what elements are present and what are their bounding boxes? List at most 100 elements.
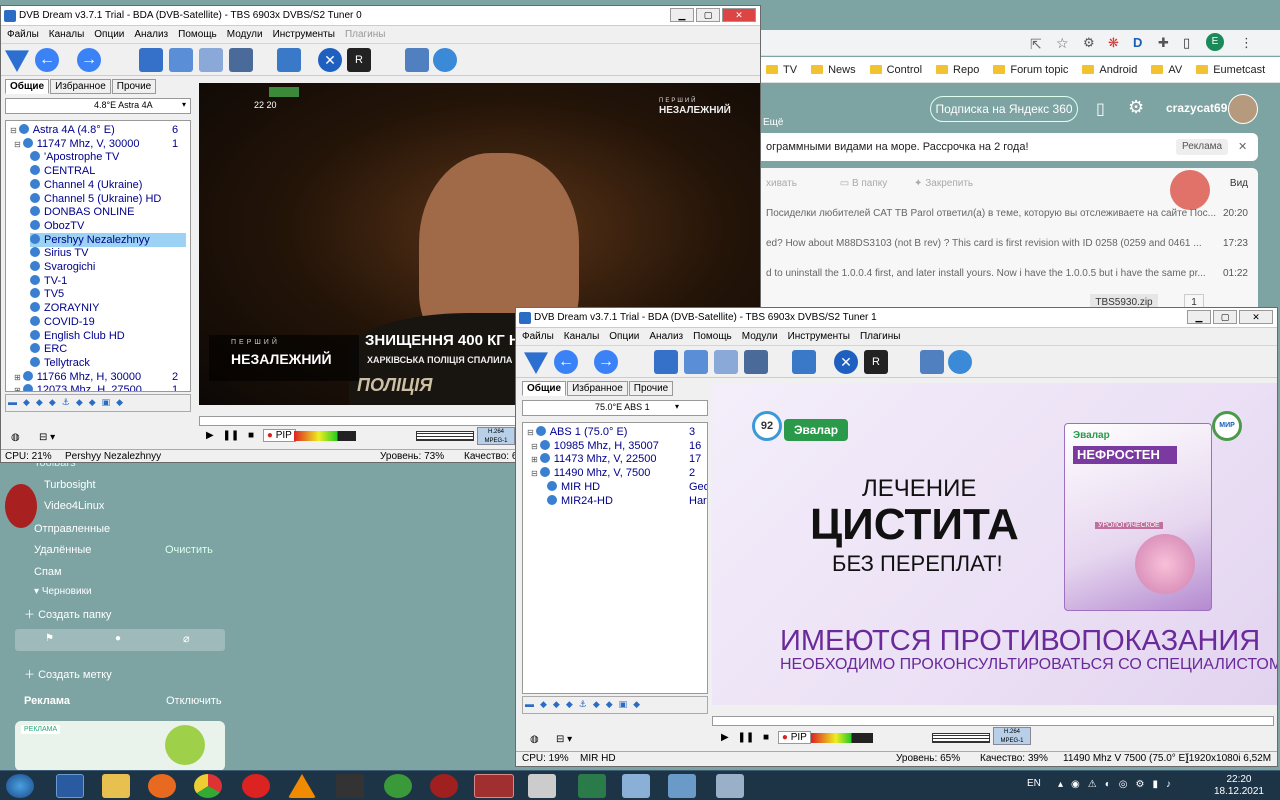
rec-icon[interactable]: R xyxy=(864,350,888,374)
expand-icon[interactable]: ⊟ xyxy=(10,126,17,135)
expand-icon[interactable]: ⊟ xyxy=(527,428,534,437)
title-bar[interactable]: DVB Dream v3.7.1 Trial - BDA (DVB-Satell… xyxy=(516,308,1277,328)
extension-icon[interactable]: ⚙ xyxy=(1083,35,1095,51)
minimize-button[interactable]: ▁ xyxy=(670,8,694,22)
menu-item[interactable]: Каналы xyxy=(564,331,600,342)
globe-icon[interactable] xyxy=(948,350,972,374)
dot-icon[interactable]: ● xyxy=(115,633,121,644)
create-folder-button[interactable]: ＋ Создать папку xyxy=(24,606,111,622)
bookmark-control[interactable]: Control xyxy=(869,64,922,76)
channel-item[interactable]: English Club HD xyxy=(30,329,186,343)
extension-icon[interactable]: D xyxy=(1133,35,1142,50)
tree-tool-icons[interactable]: ▬◆◆◆⚓◆◆▣◆ xyxy=(525,699,646,710)
aspect-icon[interactable]: ⊟ ▾ xyxy=(556,734,572,745)
folder-sent[interactable]: Отправленные xyxy=(34,523,110,535)
rec-icon[interactable]: R xyxy=(347,48,371,72)
bookmark-forum-topic[interactable]: Forum topic xyxy=(993,64,1068,76)
pause-icon[interactable]: ❚❚ xyxy=(737,732,754,743)
remote-desktop-icon[interactable] xyxy=(716,774,744,798)
channel-item[interactable]: MIR HD Geo xyxy=(547,480,707,494)
bookmark-av[interactable]: AV xyxy=(1151,64,1182,76)
epg-icon[interactable] xyxy=(199,48,223,72)
menu-item[interactable]: Анализ xyxy=(134,29,168,40)
channel-item[interactable]: Sirius TV xyxy=(30,246,186,260)
transponder-item[interactable]: ⊟ 11747 Mhz, V, 30000 1 xyxy=(14,137,186,151)
channel-item[interactable]: Svarogichi xyxy=(30,260,186,274)
clock[interactable]: 22:20 18.12.2021 xyxy=(1214,774,1264,798)
firefox-icon[interactable] xyxy=(148,774,176,798)
to-folder-button[interactable]: ▭ В папку xyxy=(840,178,888,189)
message-row[interactable]: d to uninstall the 1.0.0.4 first, and la… xyxy=(760,260,1258,288)
transponder-item[interactable]: ⊞ 11766 Mhz, H, 30000 2 xyxy=(14,370,186,384)
channel-item[interactable]: CENTRAL xyxy=(30,164,186,178)
aspect-icon[interactable]: ⊟ ▾ xyxy=(39,432,55,443)
channel-item[interactable]: ZORAYNIY xyxy=(30,301,186,315)
expand-icon[interactable]: ⊞ xyxy=(14,373,21,382)
menu-item[interactable]: Модули xyxy=(227,29,263,40)
message-row[interactable]: ed? How about M88DS3103 (not B rev) ? Th… xyxy=(760,230,1258,258)
folder-drafts[interactable]: ▾ Черновики xyxy=(34,586,92,597)
taskbar-app-icon[interactable] xyxy=(56,774,84,798)
record-icon[interactable] xyxy=(744,350,768,374)
user-avatar[interactable] xyxy=(1228,94,1258,124)
ad-card[interactable]: РЕКЛАМА xyxy=(15,721,225,770)
menu-item-plugins[interactable]: Плагины xyxy=(345,29,386,40)
extension-icon[interactable]: ❋ xyxy=(1108,35,1119,51)
channel-item[interactable]: Channel 4 (Ukraine) xyxy=(30,178,186,192)
tab-0[interactable]: Общие xyxy=(5,79,50,94)
chrome-icon[interactable] xyxy=(194,774,222,798)
pip-button[interactable]: ● PIP xyxy=(777,731,811,744)
folder-video4linux[interactable]: Video4Linux xyxy=(44,500,104,512)
close-icon[interactable]: ✕ xyxy=(1238,133,1247,161)
create-label-button[interactable]: ＋ Создать метку xyxy=(24,666,112,682)
bookmark-news[interactable]: News xyxy=(811,64,856,76)
transponder-item[interactable]: ⊞ 12073 Mhz, H, 27500 1 xyxy=(14,383,186,391)
satellite-select[interactable]: 4.8°E Astra 4A ▾ xyxy=(5,98,191,114)
record-icon[interactable] xyxy=(229,48,253,72)
transponder-item[interactable]: ⊞ 11473 Mhz, V, 22500 17 xyxy=(531,452,703,466)
scan-icon[interactable] xyxy=(277,48,301,72)
expand-icon[interactable]: ⊟ xyxy=(14,140,21,149)
media-player-icon[interactable] xyxy=(242,774,270,798)
close-button[interactable]: ✕ xyxy=(1239,310,1273,324)
menu-item[interactable]: Опции xyxy=(609,331,639,342)
minimize-button[interactable]: ▁ xyxy=(1187,310,1211,324)
star-icon[interactable]: ☆ xyxy=(1056,35,1069,52)
pin-button[interactable]: ✦ Закрепить xyxy=(914,178,973,189)
subscribe-button[interactable]: Подписка на Яндекс 360 xyxy=(930,96,1078,122)
tray-icons[interactable]: ▴◉⚠◐◎⚙▮♪ xyxy=(1058,779,1179,790)
expand-icon[interactable]: ⊟ xyxy=(531,442,538,451)
settings-icon[interactable]: ◍ xyxy=(11,432,20,443)
expand-icon[interactable]: ⊞ xyxy=(531,455,538,464)
utorrent-icon[interactable] xyxy=(384,774,412,798)
language-indicator[interactable]: EN xyxy=(1027,778,1041,789)
disable-ads-button[interactable]: Отключить xyxy=(166,695,222,707)
display-icon[interactable] xyxy=(169,48,193,72)
channel-item[interactable]: Tellytrack xyxy=(30,356,186,370)
start-button[interactable] xyxy=(6,774,34,798)
sidebar-icon[interactable]: ▯ xyxy=(1183,35,1190,51)
close-button[interactable]: ✕ xyxy=(722,8,756,22)
channel-item[interactable]: 'Apostrophe TV xyxy=(30,150,186,164)
bookmark-eumetcast[interactable]: Eumetcast xyxy=(1196,64,1265,76)
menu-item[interactable]: Опции xyxy=(94,29,124,40)
menu-item[interactable]: Анализ xyxy=(649,331,683,342)
video-player[interactable]: 92 Эвалар ЛЕЧЕНИЕ ЦИСТИТА БЕЗ ПЕРЕПЛАТ! … xyxy=(712,383,1277,705)
dvb-dream-taskbar-icon[interactable] xyxy=(474,774,514,798)
channel-item[interactable]: ERC xyxy=(30,342,186,356)
play-icon[interactable]: ▶ xyxy=(206,430,214,441)
phone-icon[interactable]: ▯ xyxy=(1096,99,1105,119)
channel-item[interactable]: Channel 5 (Ukraine) HD xyxy=(30,192,186,206)
satellite-item[interactable]: ⊟ Astra 4A (4.8° E) 6 xyxy=(10,123,186,137)
menu-item[interactable]: Каналы xyxy=(49,29,85,40)
channel-item[interactable]: ObozTV xyxy=(30,219,186,233)
play-icon[interactable]: ▶ xyxy=(721,732,729,743)
transponder-item[interactable]: ⊟ 11490 Mhz, V, 7500 2 xyxy=(531,466,703,480)
tab-2[interactable]: Прочие xyxy=(628,381,674,396)
archive-button[interactable]: хивать xyxy=(766,178,797,189)
pause-icon[interactable]: ❚❚ xyxy=(222,430,239,441)
back-icon[interactable]: ← xyxy=(554,350,578,374)
bookmark-android[interactable]: Android xyxy=(1082,64,1137,76)
channel-item[interactable]: MIR24-HD Har xyxy=(547,494,707,508)
settings-gear-icon[interactable]: ⚙ xyxy=(1128,97,1144,118)
